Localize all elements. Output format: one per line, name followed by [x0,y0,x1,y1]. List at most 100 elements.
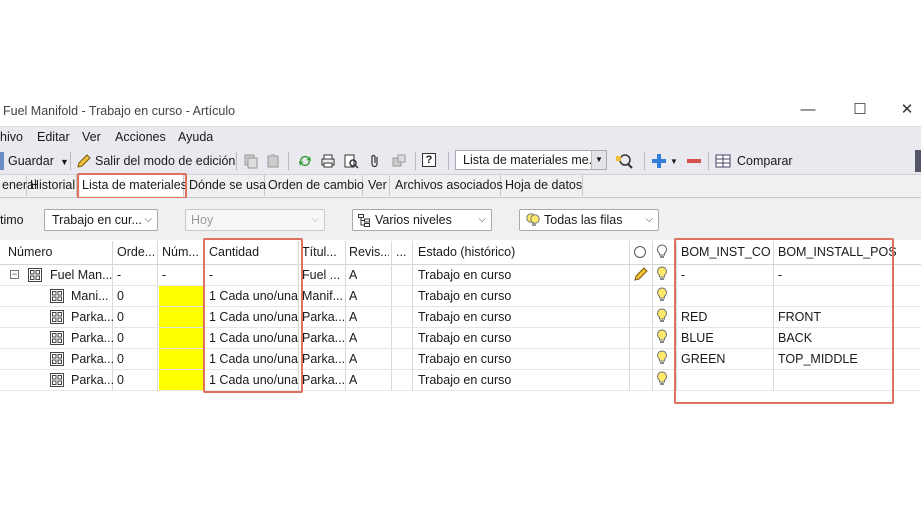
column-header-titulo[interactable]: Títul... [302,245,342,259]
menu-archivo[interactable]: hivo [0,130,23,144]
tab-orden-de-cambio[interactable]: Orden de cambio [266,175,364,196]
view-combo[interactable]: Lista de materiales me... ▼ [455,150,607,170]
link-icon[interactable] [390,152,408,170]
cell-orden[interactable]: 0 [117,373,124,387]
add-icon[interactable] [650,152,668,170]
close-button[interactable]: ✕ [897,100,917,120]
attachment-icon[interactable] [366,152,384,170]
cell-num-highlight[interactable] [159,349,203,369]
compare-icon [714,152,732,170]
refresh-icon[interactable] [296,152,314,170]
column-header-revision[interactable]: Revis... [349,245,389,259]
status-circle-icon[interactable] [634,246,646,258]
cell-titulo[interactable]: Parka... [302,331,344,345]
tab-hoja-de-datos[interactable]: Hoja de datos [503,175,583,196]
cell-numero[interactable]: Parka... [71,310,114,324]
search-settings-icon[interactable] [615,152,633,170]
cell-num-highlight[interactable] [159,307,203,327]
cell-revision[interactable]: A [349,373,357,387]
cell-orden[interactable]: - [117,268,121,282]
highlight-cantidad-box [203,238,303,393]
grid-divider [652,241,653,390]
column-header-numero[interactable]: Número [8,245,52,259]
compare-button[interactable]: Comparar [737,154,793,168]
cell-revision[interactable]: A [349,331,357,345]
tab-archivos-asociados[interactable]: Archivos asociados [393,175,503,196]
column-header-estado[interactable]: Estado (histórico) [418,245,515,259]
column-header-num[interactable]: Núm... [162,245,202,259]
cell-numero[interactable]: Parka... [71,331,114,345]
chevron-down-icon: ⌵ [144,214,152,225]
chevron-down-icon: ⌵ [645,214,653,225]
cell-revision[interactable]: A [349,268,357,282]
paste-icon[interactable] [264,152,282,170]
lightbulb-outline-icon[interactable] [656,244,668,260]
grid-divider [345,241,346,390]
cell-estado[interactable]: Trabajo en curso [418,352,511,366]
cell-numero[interactable]: Parka... [71,352,114,366]
minimize-button[interactable]: — [798,100,818,120]
cell-orden[interactable]: 0 [117,352,124,366]
toolbar-edge [915,150,921,172]
cell-num-highlight[interactable] [159,370,203,390]
grid-divider [629,241,630,390]
menu-editar[interactable]: Editar [37,130,70,144]
chevron-down-icon[interactable]: ▼ [60,157,69,167]
tab-ver[interactable]: Ver [366,175,390,196]
cell-titulo[interactable]: Fuel ... [302,268,344,282]
menu-ver[interactable]: Ver [82,130,101,144]
print-preview-icon[interactable] [342,152,360,170]
chevron-down-icon: ⌵ [311,214,319,225]
cell-revision[interactable]: A [349,352,357,366]
cell-estado[interactable]: Trabajo en curso [418,268,511,282]
rows-dropdown[interactable]: Todas las filas ⌵ [519,209,659,231]
tab-donde-se-usa[interactable]: Dónde se usa [187,175,266,196]
state-dropdown[interactable]: Trabajo en cur... ⌵ [44,209,158,231]
cell-orden[interactable]: 0 [117,331,124,345]
cell-estado[interactable]: Trabajo en curso [418,331,511,345]
cell-estado[interactable]: Trabajo en curso [418,373,511,387]
chevron-down-icon: ⌵ [478,214,486,225]
levels-dropdown[interactable]: Varios niveles ⌵ [352,209,492,231]
tab-general[interactable]: eneral [0,175,37,196]
column-header-orden[interactable]: Orde... [117,245,157,259]
lightbulb-icon [657,350,667,364]
cell-titulo[interactable]: Parka... [302,373,344,387]
cell-num-highlight[interactable] [159,328,203,348]
cell-estado[interactable]: Trabajo en curso [418,289,511,303]
cell-numero[interactable]: Parka... [71,373,114,387]
menu-acciones[interactable]: Acciones [115,130,166,144]
exit-edit-mode-button[interactable]: Salir del modo de edición [95,154,235,168]
date-dropdown[interactable]: Hoy ⌵ [185,209,325,231]
column-header-more[interactable]: ... [396,245,408,259]
cell-titulo[interactable]: Manif... [302,289,344,303]
cell-titulo[interactable]: Parka... [302,310,344,324]
cell-num[interactable]: - [162,268,166,282]
cell-orden[interactable]: 0 [117,289,124,303]
toolbar-separator [288,152,289,170]
cell-numero[interactable]: Mani... [71,289,109,303]
toolbar-separator [70,152,71,170]
levels-dropdown-value: Varios niveles [375,213,452,227]
help-icon[interactable]: ? [422,153,436,167]
edit-pencil-icon [634,267,648,281]
chevron-down-icon[interactable]: ▼ [670,157,678,166]
cell-num-highlight[interactable] [159,286,203,306]
remove-icon[interactable] [685,152,703,170]
lightbulb-icon [526,213,540,226]
save-button[interactable]: Guardar [8,154,54,168]
print-icon[interactable] [319,152,337,170]
tab-historial[interactable]: Historial [28,175,77,196]
cell-revision[interactable]: A [349,289,357,303]
cell-estado[interactable]: Trabajo en curso [418,310,511,324]
cell-revision[interactable]: A [349,310,357,324]
menu-ayuda[interactable]: Ayuda [178,130,213,144]
cell-orden[interactable]: 0 [117,310,124,324]
chevron-down-icon[interactable]: ▼ [591,151,606,169]
copy-icon[interactable] [242,152,260,170]
cell-titulo[interactable]: Parka... [302,352,344,366]
cell-numero[interactable]: Fuel Man... [50,268,113,282]
collapse-icon[interactable]: − [10,270,19,279]
save-icon [0,152,4,170]
maximize-button[interactable]: ☐ [850,100,870,120]
